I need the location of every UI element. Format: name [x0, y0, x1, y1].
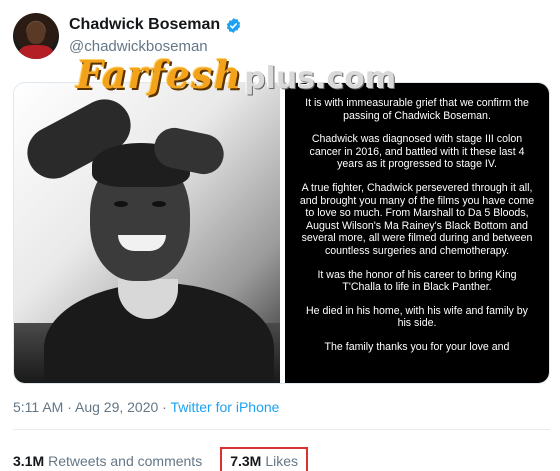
- statement-image[interactable]: It is with immeasurable grief that we co…: [285, 83, 549, 383]
- name-row: Chadwick Boseman: [69, 16, 242, 34]
- watermark-main: Farfesh: [76, 52, 243, 97]
- retweets-count: 3.1M: [13, 453, 45, 469]
- portrait-photo[interactable]: [14, 83, 280, 383]
- statement-paragraph: The family thanks you for your love and: [324, 340, 510, 353]
- display-name[interactable]: Chadwick Boseman: [69, 16, 220, 34]
- source-link[interactable]: Twitter for iPhone: [170, 399, 279, 415]
- likes-label: Likes: [265, 453, 299, 469]
- retweets-stat[interactable]: 3.1M Retweets and comments: [13, 453, 202, 469]
- avatar[interactable]: [13, 13, 59, 59]
- likes-stat[interactable]: 7.3M Likes: [220, 447, 309, 471]
- divider: [13, 429, 550, 430]
- timestamp-time-date[interactable]: 5:11 AM · Aug 29, 2020 ·: [13, 399, 170, 415]
- site-watermark: Farfesh plus.com: [76, 52, 456, 97]
- tweet-stats: 3.1M Retweets and comments 7.3M Likes: [13, 447, 309, 471]
- retweets-label: Retweets and comments: [48, 453, 203, 469]
- watermark-sub: plus.com: [244, 61, 397, 96]
- tweet-timestamp: 5:11 AM · Aug 29, 2020 · Twitter for iPh…: [13, 399, 279, 415]
- statement-paragraph: It is with immeasurable grief that we co…: [305, 97, 529, 122]
- likes-count: 7.3M: [230, 453, 262, 469]
- statement-paragraph: A true fighter, Chadwick persevered thro…: [299, 181, 535, 257]
- statement-paragraph: It was the honor of his career to bring …: [317, 268, 517, 294]
- statement-paragraph: Chadwick was diagnosed with stage III co…: [309, 133, 525, 171]
- verified-badge-icon: [226, 17, 241, 33]
- statement-paragraph: He died in his home, with his wife and f…: [306, 304, 528, 330]
- tweet-media[interactable]: It is with immeasurable grief that we co…: [13, 82, 550, 384]
